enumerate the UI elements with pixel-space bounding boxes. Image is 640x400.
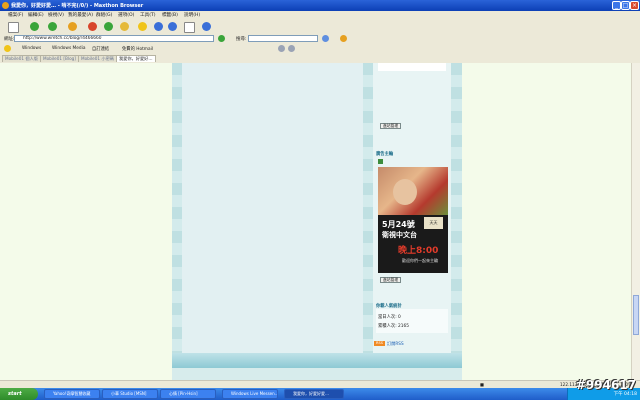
total-visits: 累積人次: 2165 (378, 324, 409, 329)
favorites-star-icon[interactable] (138, 22, 147, 31)
link-windows-media[interactable]: Windows Media (52, 46, 85, 51)
ad-channel: 衛視中文台 (382, 231, 417, 239)
back-icon[interactable] (30, 22, 39, 31)
manage-button[interactable]: 進站管理 (380, 123, 402, 129)
new-page-icon[interactable] (8, 22, 19, 33)
up-icon[interactable] (68, 22, 77, 31)
tools-icon[interactable] (202, 22, 211, 31)
task-live-messenger[interactable]: Windows Live Messen... (222, 389, 278, 399)
title-bar: 我愛你，好愛好愛… - 啃不完(/0/) - Maxthon Browser _… (0, 0, 640, 11)
search-icon[interactable] (322, 35, 329, 42)
rss-badge[interactable]: RSS (374, 341, 385, 346)
menu-view[interactable]: 檢視(V) (48, 12, 64, 18)
layout-icon[interactable] (184, 22, 195, 33)
today-visits: 當日人次: 0 (378, 315, 401, 320)
vertical-scrollbar[interactable] (631, 63, 640, 380)
tab-mobile01-secret[interactable]: Mobile01 小密碼 (78, 55, 117, 62)
sponsor-title: 廣告主輪 (376, 152, 394, 157)
close-button[interactable]: × (630, 1, 639, 10)
main-content-area (182, 63, 363, 353)
search-input[interactable] (248, 35, 318, 42)
ad-person (393, 179, 417, 205)
window-title: 我愛你，好愛好愛… - 啃不完(/0/) - Maxthon Browser (11, 3, 144, 9)
home-icon[interactable] (120, 22, 129, 31)
maxthon-logo-icon (2, 2, 9, 9)
undo-icon[interactable] (168, 22, 177, 31)
link-hotmail[interactable]: 免費的 Hotmail (122, 46, 153, 52)
middle-floral-strip (363, 63, 373, 353)
tab-mobile01-personal[interactable]: Mobile01 個人版 (2, 55, 41, 62)
tv-ad-banner[interactable]: 天天 5月24號 衛視中文台 晚上8:00 歡迎你們一起來主輪 (378, 167, 448, 273)
rss-link[interactable]: 訂閱RSS (387, 341, 404, 347)
minimize-button[interactable]: _ (612, 1, 621, 10)
refresh-icon[interactable] (104, 22, 113, 31)
ad-tagline: 歡迎你們一起來主輪 (402, 258, 438, 263)
stats-box: 當日人次: 0 累積人次: 2165 (376, 309, 448, 333)
status-icon: ■ (480, 382, 484, 387)
ad-date: 5月24號 (382, 220, 415, 229)
link-action-icon[interactable] (278, 45, 285, 52)
menu-file[interactable]: 檔案(F) (8, 12, 23, 18)
start-button[interactable]: start (0, 388, 38, 400)
menu-options[interactable]: 選項(O) (118, 12, 134, 18)
sidebar-top-box (378, 63, 446, 71)
link-windows[interactable]: Windows (22, 46, 41, 51)
address-input[interactable]: http://www.wretch.cc/blog/r4466660 (14, 35, 214, 42)
taskbar: start Yahoo!奇摩智慧收藏 小華 Studio [MSN] 心情 [P… (0, 388, 640, 400)
search-label: 搜尋: (236, 37, 247, 42)
menu-help[interactable]: 說明(H) (184, 12, 200, 18)
go-icon[interactable] (218, 35, 225, 42)
menu-tabs[interactable]: 標籤(B) (162, 12, 178, 18)
toolbar (0, 19, 640, 35)
forward-icon[interactable] (48, 22, 57, 31)
menu-groups[interactable]: 群組(G) (96, 12, 112, 18)
right-floral-strip (451, 63, 462, 353)
left-floral-strip (172, 63, 182, 353)
save-icon[interactable] (154, 22, 163, 31)
maximize-button[interactable]: □ (621, 1, 630, 10)
task-browser-active[interactable]: 我愛你，好愛好愛… (284, 389, 344, 399)
link-custom[interactable]: 自訂連結 (92, 46, 109, 52)
ad-time: 晚上8:00 (398, 246, 439, 256)
tab-mobile01-blog[interactable]: Mobile01 [Blog] (40, 55, 79, 62)
page-viewport: 進站管理 廣告主輪 天天 5月24號 衛視中文台 晚上8:00 歡迎你們一起來主… (0, 63, 632, 380)
task-yahoo[interactable]: Yahoo!奇摩智慧收藏 (44, 389, 100, 399)
address-label: 網址: (4, 37, 15, 42)
menu-edit[interactable]: 編輯(E) (28, 12, 44, 18)
sponsor-icon (378, 159, 383, 164)
page-footer (172, 353, 462, 368)
tab-blog-active[interactable]: 我愛你，好愛好… (116, 55, 156, 62)
highlight-icon[interactable] (340, 35, 347, 42)
menu-favorites[interactable]: 我的最愛(A) (68, 12, 93, 18)
edit-icon[interactable] (288, 45, 295, 52)
menu-tools[interactable]: 工具(T) (140, 12, 156, 18)
stop-icon[interactable] (88, 22, 97, 31)
star-icon[interactable] (4, 45, 11, 52)
task-msn-studio[interactable]: 小華 Studio [MSN] (102, 389, 158, 399)
scrollbar-thumb[interactable] (633, 295, 639, 335)
manage-button-2[interactable]: 進站管理 (380, 277, 402, 283)
ad-logo: 天天 (424, 217, 443, 229)
watermark: #994617 (575, 378, 636, 392)
task-pin-hsin[interactable]: 心情 [Pin-Hsin] (160, 389, 216, 399)
blog-page: 進站管理 廣告主輪 天天 5月24號 衛視中文台 晚上8:00 歡迎你們一起來主… (172, 63, 462, 380)
